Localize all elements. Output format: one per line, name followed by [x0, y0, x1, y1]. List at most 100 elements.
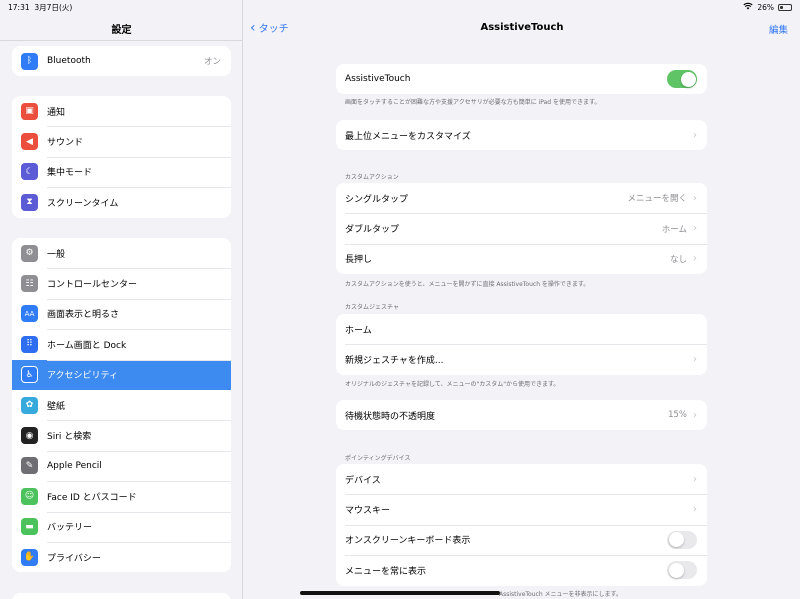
sidebar-item-label: サウンド: [47, 138, 84, 149]
sidebar-item-battery[interactable]: ▬ バッテリー: [12, 511, 231, 542]
custom-gestures-card: ホーム 新規ジェスチャを作成... ›: [336, 314, 707, 375]
chevron-right-icon: ›: [693, 504, 697, 516]
sidebar-item-label: 画面表示と明るさ: [47, 310, 120, 321]
sidebar-group-general: ⚙ 一般 ☷ コントロールセンター AA 画面表示と明るさ ⠿ ホーム画面と D…: [12, 238, 231, 573]
customize-menu-card: 最上位メニューをカスタマイズ ›: [336, 120, 707, 151]
moon-icon: ☾: [21, 163, 38, 181]
assistivetouch-toggle[interactable]: [667, 70, 697, 89]
gesture-home-row[interactable]: ホーム: [336, 314, 707, 344]
single-tap-row[interactable]: シングルタップ メニューを開く ›: [336, 183, 707, 213]
sidebar-item-label: アクセシビリティ: [47, 371, 119, 382]
home-indicator[interactable]: [300, 591, 500, 595]
toggle-knob: [668, 532, 684, 548]
custom-actions-footer: カスタムアクションを使うと、メニューを開かずに直接 AssistiveTouch…: [345, 281, 590, 288]
sidebar-group-next: [12, 593, 231, 599]
assistivetouch-card: AssistiveTouch: [336, 64, 707, 95]
flower-icon: ✿: [21, 396, 38, 414]
edit-button[interactable]: 編集: [769, 22, 788, 36]
sidebar-item-screen-time[interactable]: ⧗ スクリーンタイム: [12, 187, 231, 217]
sidebar-item-notifications[interactable]: ▣ 通知: [12, 96, 231, 126]
face-id-icon: ☺: [21, 487, 38, 505]
row-value: なし: [669, 254, 687, 265]
status-time-date: 17:31 3月7日(火): [8, 2, 72, 13]
sidebar-item-label: Bluetooth: [47, 56, 91, 67]
sidebar-item-siri[interactable]: ◉ Siri と検索: [12, 420, 231, 450]
sidebar-item-label: コントロールセンター: [47, 280, 138, 291]
switches-icon: ☷: [21, 275, 38, 293]
sidebar-item-label: 集中モード: [47, 168, 93, 179]
sidebar-item-sounds[interactable]: ◀ サウンド: [12, 126, 231, 156]
long-press-row[interactable]: 長押し なし ›: [336, 243, 707, 274]
custom-gestures-header: カスタムジェスチャ: [345, 304, 399, 311]
sidebar-item-face-id[interactable]: ☺ Face ID とパスコード: [12, 481, 231, 511]
settings-sidebar: 設定 ᛒ Bluetooth オン ▣ 通知 ◀ サウンド ☾ 集中モード ⧗ …: [0, 0, 243, 599]
chevron-right-icon: ›: [693, 409, 697, 421]
sidebar-item-apple-pencil[interactable]: ✎ Apple Pencil: [12, 450, 231, 481]
sidebar-item-label: 通知: [47, 107, 66, 118]
gear-icon: ⚙: [21, 244, 38, 262]
home-grid-icon: ⠿: [21, 335, 38, 353]
sidebar-item-value: オン: [203, 57, 221, 68]
sidebar-divider: [0, 40, 242, 41]
sidebar-item-wallpaper[interactable]: ✿ 壁紙: [12, 390, 231, 420]
pointing-footer: AssistiveTouch メニューを非表示にします。: [499, 591, 622, 598]
devices-row[interactable]: デバイス ›: [336, 464, 707, 494]
sidebar-item-label: バッテリー: [47, 523, 93, 534]
hand-icon: ✋: [21, 548, 38, 566]
chevron-right-icon: ›: [693, 253, 697, 265]
row-label: ダブルタップ: [345, 225, 400, 236]
create-gesture-row[interactable]: 新規ジェスチャを作成... ›: [336, 344, 707, 374]
sidebar-item-label: Apple Pencil: [47, 460, 102, 471]
sidebar-item-accessibility[interactable]: ♿ アクセシビリティ: [12, 359, 231, 390]
sidebar-item-privacy[interactable]: ✋ プライバシー: [12, 541, 231, 572]
custom-gestures-footer: オリジナルのジェスチャを記録して、メニューの"カスタム"から使用できます。: [345, 381, 560, 388]
row-label: オンスクリーンキーボード表示: [345, 536, 471, 547]
row-label: 待機状態時の不透明度: [345, 411, 436, 422]
status-date: 3月7日(火): [34, 3, 73, 12]
toggle-knob: [680, 71, 696, 87]
onscreen-keyboard-toggle[interactable]: [667, 530, 697, 549]
chevron-right-icon: ›: [693, 354, 697, 366]
sidebar-item-control-center[interactable]: ☷ コントロールセンター: [12, 268, 231, 298]
customize-top-menu-row[interactable]: 最上位メニューをカスタマイズ ›: [336, 120, 707, 150]
row-label: シングルタップ: [345, 194, 409, 205]
chevron-right-icon: ›: [693, 473, 697, 485]
custom-actions-header: カスタムアクション: [345, 174, 399, 181]
double-tap-row[interactable]: ダブルタップ ホーム ›: [336, 213, 707, 243]
sidebar-item-home-screen[interactable]: ⠿ ホーム画面と Dock: [12, 329, 231, 359]
detail-pane: ‹ タッチ AssistiveTouch 編集 AssistiveTouch 画…: [244, 0, 800, 599]
sidebar-item-label: プライバシー: [47, 553, 101, 564]
sidebar-item-label: 一般: [47, 249, 66, 260]
onscreen-keyboard-row: オンスクリーンキーボード表示: [336, 524, 707, 555]
sidebar-item-focus[interactable]: ☾ 集中モード: [12, 156, 231, 187]
sidebar-title: 設定: [111, 25, 132, 36]
pointing-devices-header: ポインティングデバイス: [345, 455, 411, 462]
notification-icon: ▣: [21, 102, 38, 120]
sidebar-group-notifications: ▣ 通知 ◀ サウンド ☾ 集中モード ⧗ スクリーンタイム: [12, 96, 231, 218]
row-label: 新規ジェスチャを作成...: [345, 356, 444, 367]
always-show-menu-toggle[interactable]: [667, 561, 697, 580]
sidebar-item-bluetooth[interactable]: ᛒ Bluetooth オン: [12, 46, 231, 76]
text-size-icon: AA: [21, 305, 38, 323]
assistivetouch-row: AssistiveTouch: [336, 64, 707, 94]
mouse-keys-row[interactable]: マウスキー ›: [336, 494, 707, 524]
sidebar-item-label: Siri と検索: [47, 432, 92, 443]
sidebar-item-display[interactable]: AA 画面表示と明るさ: [12, 298, 231, 329]
row-label: マウスキー: [345, 506, 391, 517]
sidebar-item-label: 壁紙: [47, 401, 66, 412]
sidebar-group-connectivity: ᛒ Bluetooth オン: [12, 46, 231, 77]
sidebar-item-general[interactable]: ⚙ 一般: [12, 238, 231, 268]
pointing-devices-card: デバイス › マウスキー › オンスクリーンキーボード表示 メニューを常に表示: [336, 464, 707, 586]
row-value: 15%: [668, 410, 687, 421]
idle-opacity-row[interactable]: 待機状態時の不透明度 15% ›: [336, 400, 707, 430]
sidebar-item-label: Face ID とパスコード: [47, 492, 137, 503]
row-label: ホーム: [345, 325, 372, 336]
always-show-menu-row: メニューを常に表示: [336, 555, 707, 585]
status-time: 17:31: [8, 3, 30, 12]
pencil-icon: ✎: [21, 457, 38, 475]
accessibility-icon: ♿: [21, 366, 38, 384]
assistivetouch-footer: 画面をタッチすることが困難な方や支援アクセサリが必要な方も簡単に iPad を使…: [345, 99, 601, 106]
toggle-knob: [668, 562, 684, 578]
speaker-icon: ◀: [21, 133, 38, 151]
row-label: メニューを常に表示: [345, 566, 427, 577]
